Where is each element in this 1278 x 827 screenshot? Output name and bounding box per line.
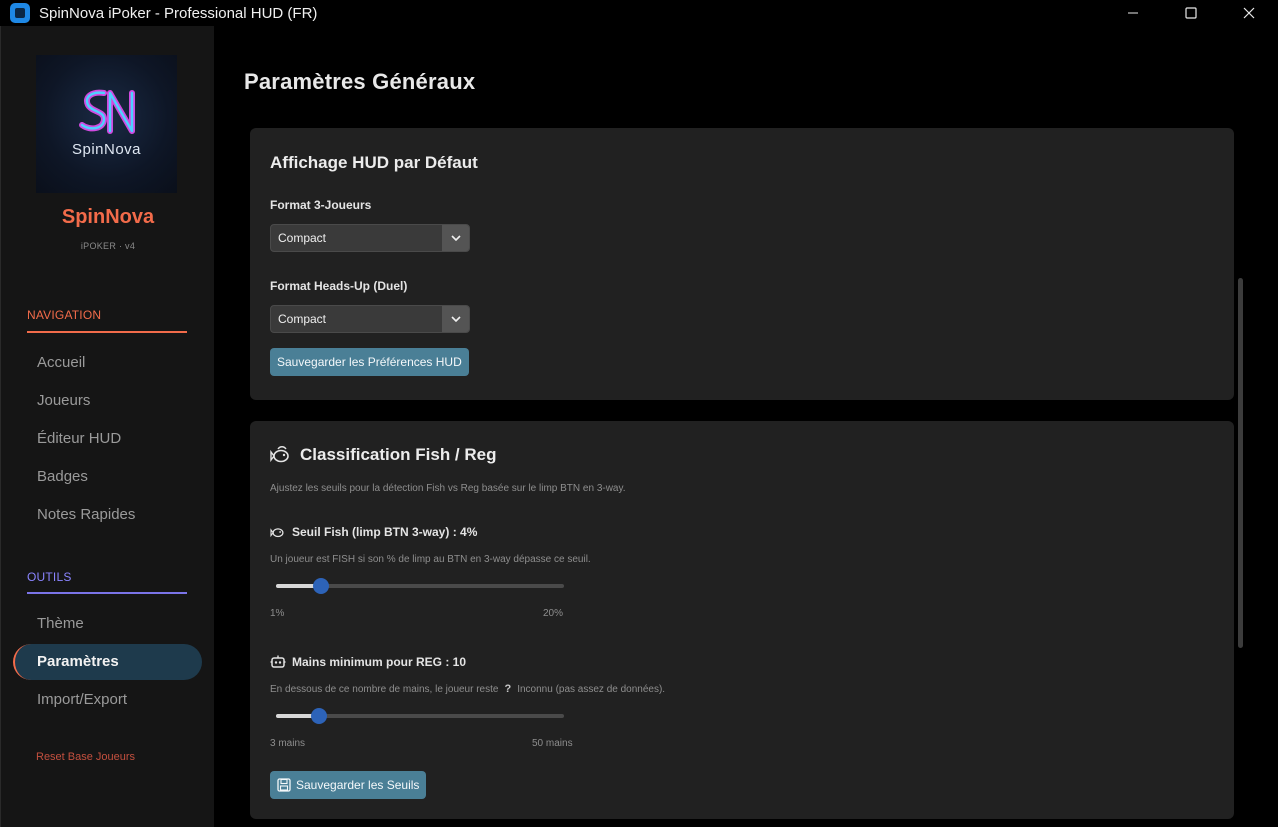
classification-title-row: Classification Fish / Reg: [270, 445, 497, 465]
sidebar-item-badges[interactable]: Badges: [37, 468, 88, 485]
logo-wordmark: SpinNova: [71, 141, 142, 158]
title-bar: SpinNova iPoker - Professional HUD (FR): [0, 0, 1278, 26]
hud-card-title: Affichage HUD par Défaut: [270, 153, 478, 172]
save-thresholds-label: Sauvegarder les Seuils: [296, 778, 420, 792]
format-3-players-select[interactable]: Compact: [270, 224, 470, 252]
save-thresholds-button[interactable]: Sauvegarder les Seuils: [270, 771, 427, 799]
sidebar-item-joueurs[interactable]: Joueurs: [37, 392, 90, 409]
hud-display-card: Affichage HUD par Défaut Format 3-Joueur…: [250, 128, 1234, 400]
vertical-scrollbar[interactable]: [1238, 278, 1243, 648]
fish-threshold-description: Un joueur est FISH si son % de limp au B…: [270, 554, 591, 565]
sidebar-item-parametres-label: Paramètres: [37, 653, 119, 670]
reg-description-before: En dessous de ce nombre de mains, le jou…: [270, 683, 499, 695]
minimize-button[interactable]: [1104, 0, 1162, 26]
fish-slider-min-label: 1%: [270, 608, 285, 619]
sidebar: SpinNova SpinNova iPOKER · v4 NAVIGATION…: [0, 26, 214, 827]
sidebar-item-editeur-hud[interactable]: Éditeur HUD: [37, 430, 121, 447]
save-hud-preferences-button[interactable]: Sauvegarder les Préférences HUD: [270, 348, 469, 376]
logo: SpinNova: [36, 55, 177, 193]
classification-card-title: Classification Fish / Reg: [300, 445, 497, 464]
sidebar-item-import-export[interactable]: Import/Export: [37, 691, 127, 708]
main-content: Paramètres Généraux Affichage HUD par Dé…: [214, 26, 1278, 827]
fish-icon: [270, 446, 289, 463]
chevron-down-icon: [442, 225, 469, 251]
classification-description: Ajustez les seuils pour la détection Fis…: [270, 483, 626, 494]
reset-database-link[interactable]: Reset Base Joueurs: [36, 751, 135, 763]
brand-name: SpinNova: [61, 206, 155, 228]
spinnova-logo-mark: [79, 89, 135, 134]
robot-icon: [270, 655, 286, 668]
navigation-divider: [27, 331, 187, 333]
window-title: SpinNova iPoker - Professional HUD (FR): [39, 4, 318, 22]
tools-divider: [27, 592, 187, 594]
classification-card: Classification Fish / Reg Ajustez les se…: [250, 421, 1234, 819]
tools-heading: OUTILS: [27, 570, 72, 584]
maximize-button[interactable]: [1162, 0, 1220, 26]
fish-slider-max-label: 20%: [543, 608, 564, 619]
floppy-disk-icon: [277, 778, 291, 792]
close-button[interactable]: [1220, 0, 1278, 26]
sidebar-item-accueil[interactable]: Accueil: [37, 354, 85, 371]
maximize-icon: [1185, 7, 1197, 19]
reg-min-hands-description: En dessous de ce nombre de mains, le jou…: [270, 683, 665, 695]
reg-min-hands-label-row: Mains minimum pour REG : 10: [270, 655, 466, 669]
fish-threshold-label: Seuil Fish (limp BTN 3-way) : 4%: [292, 525, 478, 539]
window-controls: [1104, 0, 1278, 26]
close-icon: [1243, 7, 1255, 19]
fish-threshold-slider[interactable]: [276, 578, 564, 594]
format-3-players-label: Format 3-Joueurs: [270, 198, 372, 212]
sidebar-item-notes-rapides[interactable]: Notes Rapides: [37, 506, 135, 523]
reg-description-after: Inconnu (pas assez de données).: [517, 683, 666, 695]
page-title: Paramètres Généraux: [244, 69, 476, 94]
reg-slider-max-label: 50 mains: [532, 738, 573, 749]
fish-slider-thumb[interactable]: [313, 578, 330, 594]
fish-icon: [270, 528, 284, 538]
reg-slider-min-label: 3 mains: [270, 738, 306, 749]
chevron-down-icon: [442, 306, 469, 332]
format-heads-up-select[interactable]: Compact: [270, 305, 470, 333]
format-heads-up-value: Compact: [278, 312, 327, 326]
sidebar-item-theme[interactable]: Thème: [37, 615, 84, 632]
unknown-question-icon: ?: [504, 683, 512, 695]
reg-min-hands-label: Mains minimum pour REG : 10: [292, 655, 467, 669]
format-3-players-value: Compact: [278, 231, 327, 245]
navigation-heading: NAVIGATION: [27, 308, 102, 322]
minimize-icon: [1128, 12, 1138, 14]
format-heads-up-label: Format Heads-Up (Duel): [270, 279, 408, 293]
brand-subtitle: iPOKER · v4: [80, 241, 136, 251]
reg-min-hands-slider[interactable]: [276, 708, 564, 724]
fish-threshold-label-row: Seuil Fish (limp BTN 3-way) : 4%: [270, 525, 477, 539]
app-icon: [10, 3, 30, 23]
reg-slider-thumb[interactable]: [310, 708, 327, 724]
